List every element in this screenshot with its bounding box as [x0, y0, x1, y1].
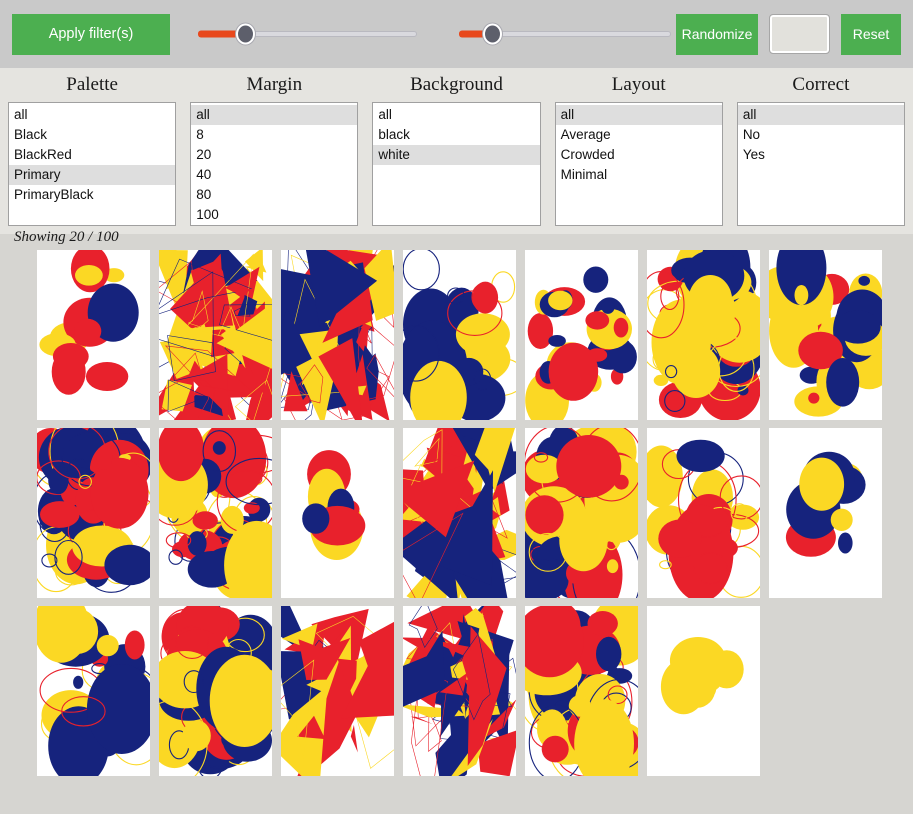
slider-one[interactable]: [198, 14, 417, 55]
toolbar: Apply filter(s) Randomize Reset: [0, 0, 913, 68]
thumbnail-card-17[interactable]: [281, 606, 394, 776]
filter-option-layout-Crowded[interactable]: Crowded: [556, 145, 722, 165]
slider-one-thumb[interactable]: [236, 23, 256, 45]
filter-option-margin-100[interactable]: 100: [191, 205, 357, 225]
thumbnail-card-16[interactable]: [159, 606, 272, 776]
filter-column-palette: Palette all Black BlackRed Primary PrimaryBla…: [8, 74, 177, 226]
thumbnail-card-14[interactable]: [769, 428, 882, 598]
filter-option-background-black[interactable]: black: [373, 125, 539, 145]
filter-title-layout: Layout: [611, 74, 666, 95]
filter-option-layout-Minimal[interactable]: Minimal: [556, 165, 722, 185]
filter-title-correct: Correct: [792, 74, 850, 95]
slider-two[interactable]: [459, 14, 671, 55]
filter-option-layout-Average[interactable]: Average: [556, 125, 722, 145]
thumbnail-card-10[interactable]: [281, 428, 394, 598]
gallery-row: [37, 428, 913, 598]
thumbnail-card-20[interactable]: [647, 606, 760, 776]
filter-column-background: Background all black white: [372, 74, 541, 226]
thumbnail-card-18[interactable]: [403, 606, 516, 776]
filter-option-background-all[interactable]: all: [373, 105, 539, 125]
filter-list-palette[interactable]: all Black BlackRed Primary PrimaryBlack: [8, 101, 177, 226]
thumbnail-card-19[interactable]: [525, 606, 638, 776]
blank-input-field[interactable]: [769, 14, 830, 54]
gallery-row: [37, 606, 913, 776]
filter-list-layout[interactable]: all Average Crowded Minimal: [554, 101, 723, 226]
gallery-row: [37, 250, 913, 420]
filters-panel: Palette all Black BlackRed Primary PrimaryBla…: [0, 68, 913, 245]
filter-option-correct-Yes[interactable]: Yes: [738, 145, 904, 165]
filter-option-palette-Primary[interactable]: Primary: [9, 164, 176, 185]
filter-column-correct: Correct all No Yes: [736, 74, 906, 226]
thumbnail-gallery: [0, 234, 913, 776]
filter-option-correct-No[interactable]: No: [738, 125, 904, 145]
filter-option-margin-20[interactable]: 20: [191, 145, 357, 165]
filter-title-margin: Margin: [246, 74, 303, 95]
thumbnail-card-15[interactable]: [37, 606, 150, 776]
slider-two-thumb[interactable]: [482, 23, 502, 45]
thumbnail-card-2[interactable]: [159, 250, 272, 420]
filter-option-palette-PrimaryBlack[interactable]: PrimaryBlack: [9, 185, 175, 205]
reset-button[interactable]: Reset: [841, 13, 901, 55]
thumbnail-card-6[interactable]: [647, 250, 760, 420]
filter-title-palette: Palette: [66, 74, 118, 95]
thumbnail-card-13[interactable]: [647, 428, 760, 598]
filter-option-margin-8[interactable]: 8: [191, 125, 357, 145]
randomize-button[interactable]: Randomize: [676, 13, 758, 55]
filter-option-margin-80[interactable]: 80: [191, 185, 357, 205]
filter-option-layout-all[interactable]: all: [555, 104, 722, 125]
filter-list-correct[interactable]: all No Yes: [736, 101, 906, 226]
filter-column-margin: Margin all 8 20 40 80 100: [190, 74, 359, 226]
thumbnail-card-8[interactable]: [37, 428, 150, 598]
filter-option-background-white[interactable]: white: [373, 144, 540, 165]
filter-option-palette-Black[interactable]: Black: [9, 125, 175, 145]
filter-option-correct-all[interactable]: all: [737, 104, 905, 125]
thumbnail-card-4[interactable]: [403, 250, 516, 420]
filter-option-palette-BlackRed[interactable]: BlackRed: [9, 145, 175, 165]
filter-title-background: Background: [410, 74, 503, 95]
thumbnail-card-11[interactable]: [403, 428, 516, 598]
filter-list-background[interactable]: all black white: [372, 101, 541, 226]
filter-list-margin[interactable]: all 8 20 40 80 100: [190, 101, 359, 226]
thumbnail-card-7[interactable]: [769, 250, 882, 420]
apply-filters-button[interactable]: Apply filter(s): [12, 13, 170, 55]
thumbnail-card-3[interactable]: [281, 250, 394, 420]
filter-columns: Palette all Black BlackRed Primary PrimaryBla…: [8, 74, 906, 226]
filter-option-margin-all[interactable]: all: [191, 104, 358, 125]
thumbnail-card-5[interactable]: [525, 250, 638, 420]
thumbnail-card-1[interactable]: [37, 250, 150, 420]
filter-option-palette-all[interactable]: all: [9, 105, 175, 125]
filter-column-layout: Layout all Average Crowded Minimal: [554, 74, 723, 226]
thumbnail-card-12[interactable]: [525, 428, 638, 598]
filter-option-margin-40[interactable]: 40: [191, 165, 357, 185]
thumbnail-card-9[interactable]: [159, 428, 272, 598]
